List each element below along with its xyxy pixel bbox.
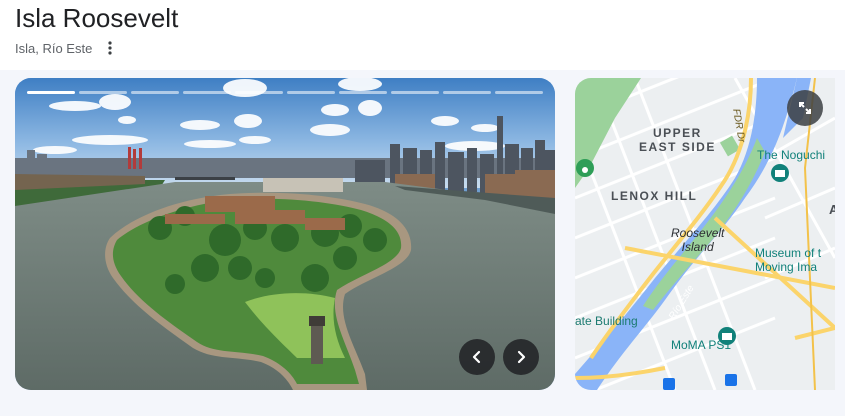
gallery-progress bbox=[27, 91, 543, 94]
map-label-edge-a: A bbox=[829, 202, 835, 217]
gallery-progress-segment bbox=[235, 91, 283, 94]
map-label-moma-ps1: MoMA PS1 bbox=[671, 338, 732, 352]
park-paw-icon bbox=[576, 159, 594, 177]
chevron-left-icon bbox=[472, 350, 481, 364]
map-label-noguchi: The Noguchi bbox=[757, 148, 826, 162]
gallery-progress-segment bbox=[287, 91, 335, 94]
gallery-progress-segment bbox=[495, 91, 543, 94]
gallery-progress-segment bbox=[443, 91, 491, 94]
previous-photo-button[interactable] bbox=[459, 339, 495, 375]
map-label-roosevelt-island: Roosevelt Island bbox=[671, 226, 725, 254]
next-photo-button[interactable] bbox=[503, 339, 539, 375]
map-label-upper-east-side: UPPER EAST SIDE bbox=[639, 126, 716, 154]
expand-icon bbox=[799, 102, 811, 114]
gallery-progress-segment bbox=[131, 91, 179, 94]
place-title: Isla Roosevelt bbox=[15, 3, 179, 33]
more-vert-icon[interactable] bbox=[102, 39, 118, 57]
map-label-museum-moving-image: Museum of t Moving Ima bbox=[755, 246, 822, 274]
map-label-lenox-hill: LENOX HILL bbox=[611, 189, 698, 203]
gallery-progress-segment bbox=[183, 91, 231, 94]
photo-gallery[interactable] bbox=[15, 78, 555, 390]
gallery-progress-segment bbox=[27, 91, 75, 94]
map-label-state-building: ate Building bbox=[575, 314, 638, 328]
expand-map-button[interactable] bbox=[787, 90, 823, 126]
noguchi-pin-icon bbox=[771, 164, 789, 182]
place-subtitle: Isla, Río Este bbox=[15, 40, 93, 56]
place-header: Isla Roosevelt Isla, Río Este bbox=[0, 0, 845, 78]
gallery-progress-segment bbox=[391, 91, 439, 94]
gallery-progress-segment bbox=[79, 91, 127, 94]
place-subtitle-row: Isla, Río Este bbox=[15, 38, 118, 58]
chevron-right-icon bbox=[517, 350, 526, 364]
map-preview[interactable]: UPPER EAST SIDE LENOX HILL Roosevelt Isl… bbox=[575, 78, 835, 390]
gallery-progress-segment bbox=[339, 91, 387, 94]
